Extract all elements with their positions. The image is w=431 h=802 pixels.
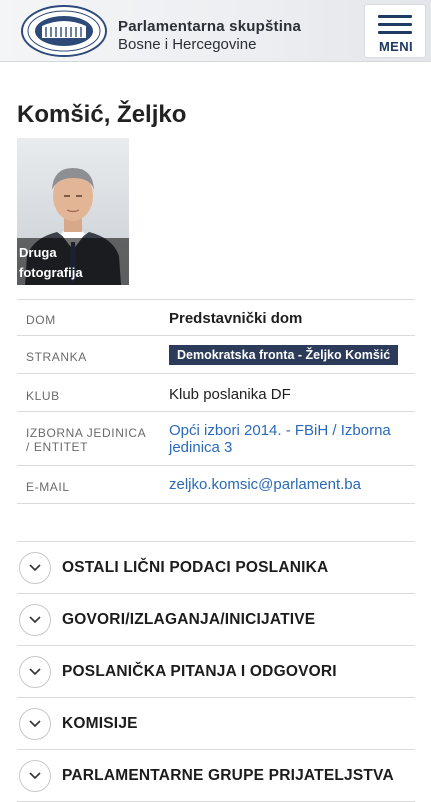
accordion-list: OSTALI LIČNI PODACI POSLANIKA GOVORI/IZL… <box>17 541 415 802</box>
chevron-down-icon[interactable] <box>19 604 51 636</box>
email-link[interactable]: zeljko.komsic@parlament.ba <box>169 476 361 493</box>
info-row-stranka: STRANKA Demokratska fronta - Željko Komš… <box>17 336 415 374</box>
info-row-klub: KLUB Klub poslanika DF <box>17 374 415 412</box>
info-label: STRANKA <box>26 350 87 364</box>
profile-photo[interactable]: Druga fotografija <box>17 138 129 285</box>
accordion-label[interactable]: KOMISIJE <box>62 715 138 733</box>
info-value: Klub poslanika DF <box>169 386 291 403</box>
chevron-down-icon[interactable] <box>19 708 51 740</box>
chevron-down-icon[interactable] <box>19 552 51 584</box>
info-row-dom: DOM Predstavnički dom <box>17 300 415 336</box>
chevron-down-icon[interactable] <box>19 656 51 688</box>
accordion-komisije[interactable]: KOMISIJE <box>17 698 415 750</box>
accordion-govori[interactable]: GOVORI/IZLAGANJA/INICIJATIVE <box>17 594 415 646</box>
menu-button[interactable]: MENI <box>364 4 426 58</box>
electoral-unit-link[interactable]: Opći izbori 2014. - FBiH / Izborna jedin… <box>169 422 391 456</box>
info-row-email: E-MAIL zeljko.komsic@parlament.ba <box>17 466 415 504</box>
info-value: Predstavnički dom <box>169 310 303 327</box>
accordion-label[interactable]: GOVORI/IZLAGANJA/INICIJATIVE <box>62 611 315 629</box>
party-badge[interactable]: Demokratska fronta - Željko Komšić <box>169 345 399 365</box>
other-photo-link[interactable]: Druga fotografija <box>17 238 129 285</box>
accordion-ostali-licni-podaci[interactable]: OSTALI LIČNI PODACI POSLANIKA <box>17 542 415 594</box>
info-label: IZBORNA JEDINICA / ENTITET <box>26 426 147 454</box>
parliament-logo[interactable] <box>20 4 108 58</box>
accordion-label[interactable]: POSLANIČKA PITANJA I ODGOVORI <box>62 663 337 681</box>
page-title: Komšić, Željko <box>17 101 187 128</box>
info-label: DOM <box>26 313 56 327</box>
accordion-label[interactable]: OSTALI LIČNI PODACI POSLANIKA <box>62 559 328 577</box>
site-header: Parlamentarna skupština Bosne i Hercegov… <box>0 0 431 62</box>
accordion-label[interactable]: PARLAMENTARNE GRUPE PRIJATELJSTVA <box>62 767 394 785</box>
info-row-izborna: IZBORNA JEDINICA / ENTITET Opći izbori 2… <box>17 412 415 466</box>
accordion-poslanicka-pitanja[interactable]: POSLANIČKA PITANJA I ODGOVORI <box>17 646 415 698</box>
hamburger-icon <box>378 15 412 18</box>
menu-label: MENI <box>378 39 414 54</box>
org-name-line2[interactable]: Bosne i Hercegovine <box>118 36 256 53</box>
info-label: KLUB <box>26 389 60 403</box>
org-name-line1[interactable]: Parlamentarna skupština <box>118 18 301 35</box>
info-label: E-MAIL <box>26 480 70 494</box>
member-info-table: DOM Predstavnički dom STRANKA Demokratsk… <box>17 299 415 504</box>
accordion-grupe-prijateljstva[interactable]: PARLAMENTARNE GRUPE PRIJATELJSTVA <box>17 750 415 802</box>
chevron-down-icon[interactable] <box>19 760 51 792</box>
